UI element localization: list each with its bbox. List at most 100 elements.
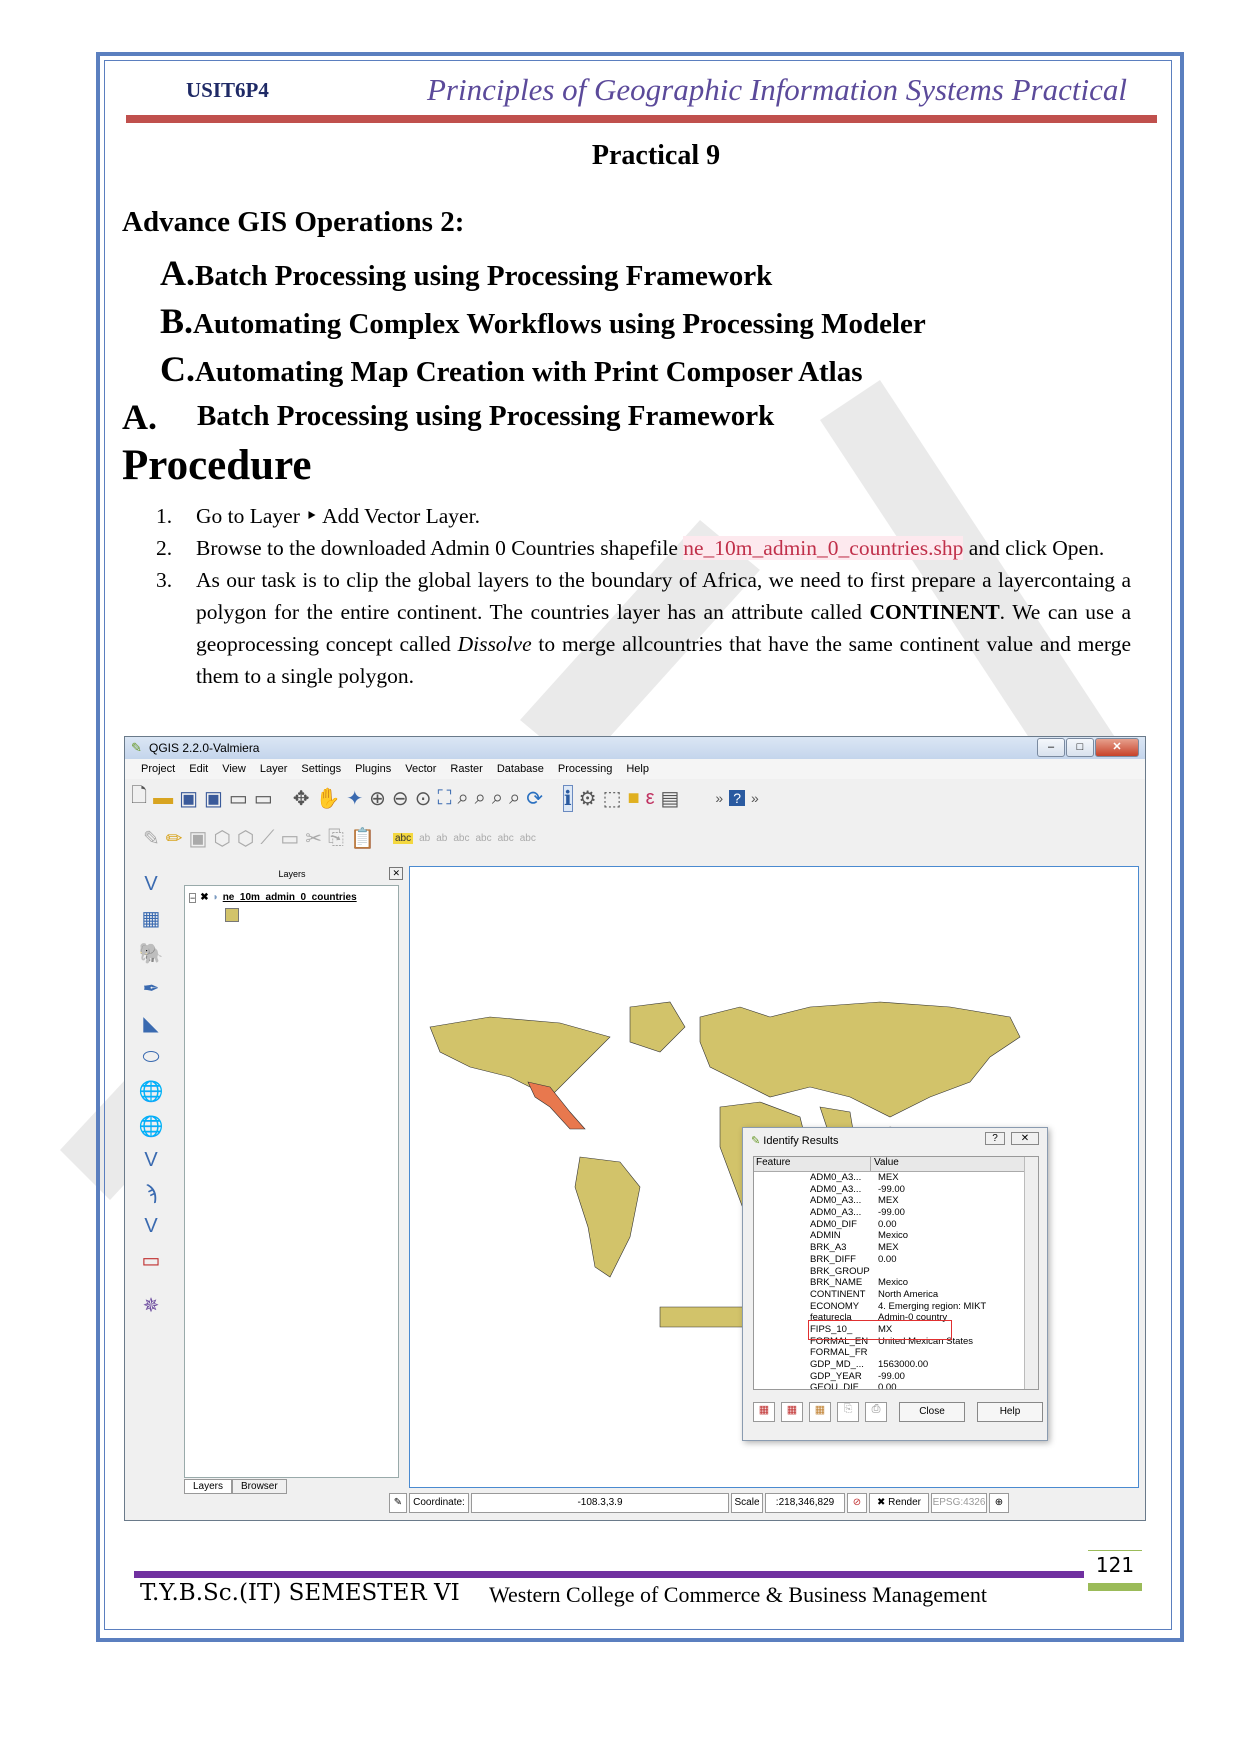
collapse-icon[interactable]: ▦ [781,1402,803,1422]
value-column-header[interactable]: Value [871,1157,899,1171]
minimize-button[interactable]: – [1037,738,1065,757]
table-row[interactable]: BRK_A3 MEX [754,1242,1038,1254]
zoom-in-icon[interactable]: ⊕ [369,786,386,811]
copy-icon[interactable]: ⎘ [328,827,344,850]
visibility-checkbox[interactable]: ✖ [200,892,208,903]
collapse-icon[interactable]: − [189,892,197,903]
add-delimited-text-icon[interactable]: ϡ [145,1182,157,1205]
add-wfs-layer-icon[interactable]: V [144,1149,157,1172]
menu-view[interactable]: View [222,763,246,775]
table-row[interactable]: ADM0_A3... -99.00 [754,1184,1038,1196]
stop-render-icon[interactable]: ⊘ [847,1493,867,1513]
label-rotate-icon[interactable]: abc [498,833,514,844]
toolbar-overflow-icon[interactable]: » [751,790,759,806]
table-row[interactable]: BRK_DIFF 0.00 [754,1254,1038,1266]
zoom-next-icon[interactable]: ⌕ [509,787,520,810]
zoom-layer-icon[interactable]: ⌕ [475,787,486,810]
close-icon[interactable]: ✕ [1011,1132,1039,1145]
messages-icon[interactable]: ✎ [389,1493,407,1513]
crs-icon[interactable]: ⊕ [989,1493,1009,1513]
add-spatialite-layer-icon[interactable]: ✒ [143,976,160,1001]
menu-processing[interactable]: Processing [558,763,612,775]
help-button[interactable]: Help [977,1402,1043,1422]
table-row[interactable]: FORMAL_FR [754,1347,1038,1359]
maximize-button[interactable]: □ [1066,738,1094,757]
table-row[interactable]: GEOU_DIF 0.00 [754,1382,1038,1389]
digitize-icon[interactable]: ✎ [143,826,160,851]
table-row[interactable]: ADM0_DIF 0.00 [754,1219,1038,1231]
layer-name[interactable]: ne_10m_admin_0_countries [223,892,357,903]
open-project-icon[interactable]: ▬ [153,787,173,810]
zoom-native-icon[interactable]: ⊙ [415,786,432,811]
menu-help[interactable]: Help [626,763,649,775]
scale-field[interactable]: :218,346,829 [765,1493,845,1513]
add-feature-icon[interactable]: ⬡ [213,826,230,851]
table-row[interactable]: ADM0_A3... -99.00 [754,1207,1038,1219]
close-button[interactable]: ✕ [1095,738,1139,757]
panel-close-icon[interactable]: ✕ [389,867,403,880]
save-as-icon[interactable]: ▣ [204,786,223,811]
zoom-out-icon[interactable]: ⊖ [392,786,409,811]
refresh-icon[interactable]: ⟳ [526,786,543,811]
copy-icon[interactable]: ⎘ [837,1402,859,1422]
label-highlight-icon[interactable]: ab [436,833,447,844]
coordinate-field[interactable]: -108.3,3.9 [471,1493,729,1513]
deselect-icon[interactable]: ■ [627,787,639,810]
menu-project[interactable]: Project [141,763,175,775]
zoom-selection-icon[interactable]: ⌕ [457,787,468,810]
paste-icon[interactable]: 📋 [350,826,375,851]
add-oracle-layer-icon[interactable]: ⬭ [142,1046,159,1069]
move-feature-icon[interactable]: ⬡ [237,826,254,851]
label-move-icon[interactable]: abc [475,833,491,844]
new-shapefile-icon[interactable]: V [144,1215,157,1238]
table-row[interactable]: ADM0_A3... MEX [754,1172,1038,1184]
table-row[interactable]: ADMIN Mexico [754,1230,1038,1242]
delete-selected-icon[interactable]: ▭ [280,826,299,851]
table-row[interactable]: CONTINENT North America [754,1289,1038,1301]
add-mssql-layer-icon[interactable]: ◣ [143,1011,158,1036]
menu-plugins[interactable]: Plugins [355,763,391,775]
add-wcs-layer-icon[interactable]: 🌐 [139,1114,164,1139]
add-raster-layer-icon[interactable]: ▦ [142,906,161,931]
whats-this-icon[interactable]: ? [729,790,745,806]
pan-icon[interactable]: ✥ [293,786,310,811]
select-icon[interactable]: ⬚ [603,786,622,811]
pan-selection-icon[interactable]: ✦ [346,786,363,811]
label-icon[interactable]: abc [392,832,414,844]
node-tool-icon[interactable]: ⟋ [260,827,274,850]
composer-manager-icon[interactable]: ▭ [254,786,273,811]
print-icon[interactable]: ⎙ [865,1402,887,1422]
zoom-last-icon[interactable]: ⌕ [492,787,503,810]
table-row[interactable]: ADM0_A3... MEX [754,1195,1038,1207]
add-vector-layer-icon[interactable]: V [144,873,157,896]
label-show-icon[interactable]: abc [453,833,469,844]
table-row[interactable]: BRK_GROUP [754,1266,1038,1278]
crs-status[interactable]: EPSG:4326 [931,1493,987,1513]
layer-row[interactable]: − ✖ ◗ ne_10m_admin_0_countries [189,892,357,903]
label-change-icon[interactable]: abc [520,833,536,844]
menu-layer[interactable]: Layer [260,763,288,775]
field-calculator-icon[interactable]: ε [646,787,655,810]
menu-settings[interactable]: Settings [301,763,341,775]
table-row[interactable]: BRK_NAME Mexico [754,1277,1038,1289]
label-pin-icon[interactable]: ab [419,833,430,844]
menu-raster[interactable]: Raster [450,763,482,775]
save-edits-icon[interactable]: ▣ [189,826,208,851]
table-row[interactable]: GDP_MD_... 1563000.00 [754,1359,1038,1371]
table-row[interactable]: ECONOMY 4. Emerging region: MIKT [754,1301,1038,1313]
close-button[interactable]: Close [899,1402,965,1422]
toggle-editing-icon[interactable]: ✏ [166,826,183,851]
cut-icon[interactable]: ✂ [305,826,322,851]
menu-vector[interactable]: Vector [405,763,436,775]
zoom-full-icon[interactable]: ⛶ [437,787,451,810]
new-project-icon[interactable]: 🗋 [131,781,147,815]
table-row[interactable]: GDP_YEAR -99.00 [754,1371,1038,1383]
attribute-table-icon[interactable]: ▤ [661,786,680,811]
save-project-icon[interactable]: ▣ [179,786,198,811]
menu-edit[interactable]: Edit [189,763,208,775]
feature-column-header[interactable]: Feature [754,1157,871,1171]
menu-database[interactable]: Database [497,763,544,775]
expand-icon[interactable]: ▦ [753,1402,775,1422]
help-icon[interactable]: ? [985,1132,1005,1145]
identify-icon[interactable]: ℹ [563,784,573,812]
